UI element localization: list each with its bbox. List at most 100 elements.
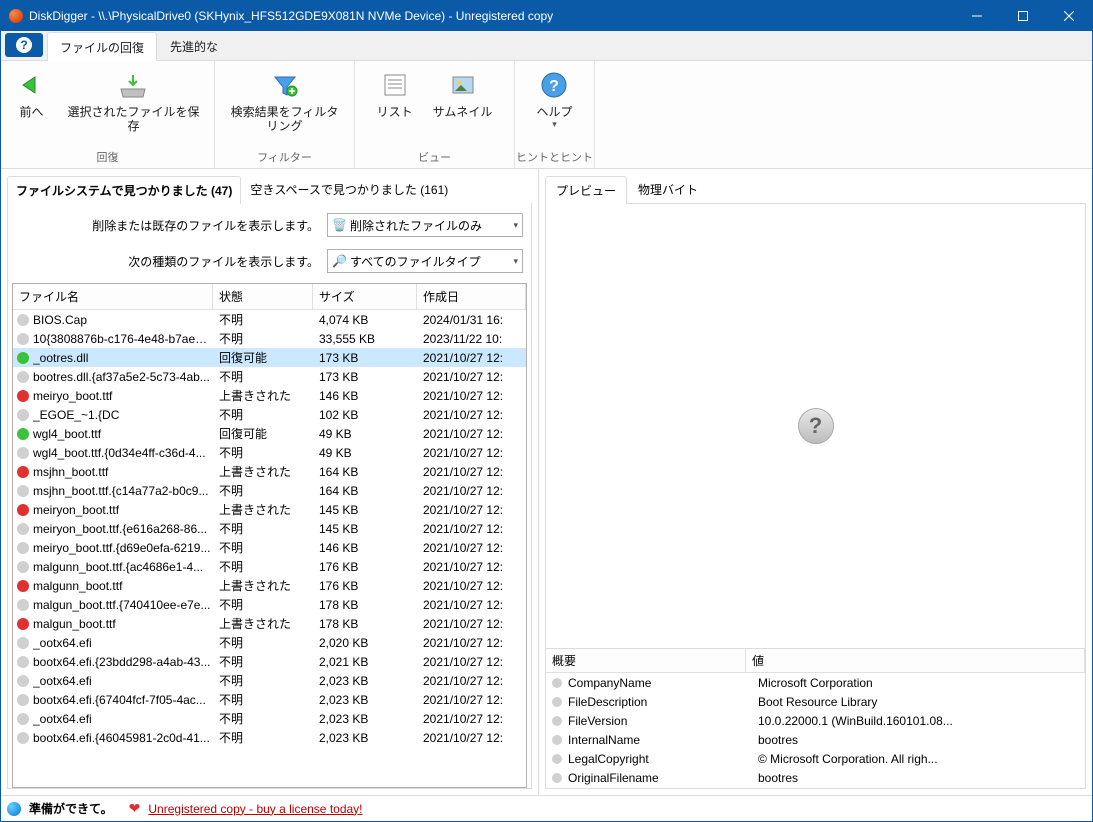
cell-filename: meiryo_boot.ttf [33,389,215,403]
list-view-button[interactable]: リスト [367,67,423,121]
cell-filename: msjhn_boot.ttf [33,465,215,479]
tab-found-freespace[interactable]: 空きスペースで見つかりました (161) [241,175,457,203]
cell-status: 不明 [215,444,315,461]
col-value[interactable]: 値 [746,649,1085,672]
status-dot-icon [17,504,29,516]
cell-size: 49 KB [315,427,419,441]
property-grid[interactable]: 概要 値 CompanyName Microsoft Corporation F… [546,648,1085,788]
drive-save-icon [117,69,149,101]
col-status[interactable]: 状態 [213,284,313,309]
app-logo-icon [9,9,23,23]
tab-found-filesystem[interactable]: ファイルシステムで見つかりました (47) [7,176,241,204]
file-row[interactable]: malgunn_boot.ttf.{ac4686e1-4... 不明 176 K… [13,557,526,576]
file-row[interactable]: _EGOE_~1.{DC 不明 102 KB 2021/10/27 12: [13,405,526,424]
file-row[interactable]: bootres.dll.{af37a5e2-5c73-4ab... 不明 173… [13,367,526,386]
list-icon [379,69,411,101]
file-row[interactable]: bootx64.efi.{67404fcf-7f05-4ac... 不明 2,0… [13,690,526,709]
cell-date: 2021/10/27 12: [419,636,526,650]
file-row[interactable]: BIOS.Cap 不明 4,074 KB 2024/01/31 16: [13,310,526,329]
file-row[interactable]: _ootres.dll 回復可能 173 KB 2021/10/27 12: [13,348,526,367]
property-row[interactable]: FileVersion 10.0.22000.1 (WinBuild.16010… [546,711,1085,730]
file-row[interactable]: malgunn_boot.ttf 上書きされた 176 KB 2021/10/2… [13,576,526,595]
col-summary[interactable]: 概要 [546,649,746,672]
file-row[interactable]: meiryo_boot.ttf.{d69e0efa-6219... 不明 146… [13,538,526,557]
close-button[interactable] [1046,1,1092,31]
status-ready-icon [7,802,21,816]
preview-body: ? [546,204,1085,648]
preview-panel: ? 概要 値 CompanyName Microsoft Corporation… [545,203,1086,789]
property-row[interactable]: FileDescription Boot Resource Library [546,692,1085,711]
app-help-icon[interactable]: ? [5,33,43,57]
tab-file-recovery[interactable]: ファイルの回復 [47,32,157,61]
property-row[interactable]: LegalCopyright © Microsoft Corporation. … [546,749,1085,768]
property-row[interactable]: InternalName bootres [546,730,1085,749]
property-key: InternalName [568,733,752,747]
save-selected-button[interactable]: 選択されたファイルを保 存 [57,67,209,136]
cell-status: 上書きされた [215,615,315,632]
status-dot-icon [17,656,29,668]
file-row[interactable]: meiryon_boot.ttf.{e616a268-86... 不明 145 … [13,519,526,538]
cell-filename: meiryon_boot.ttf.{e616a268-86... [33,522,215,536]
file-row[interactable]: malgun_boot.ttf 上書きされた 178 KB 2021/10/27… [13,614,526,633]
file-row[interactable]: bootx64.efi.{23bdd298-a4ab-43... 不明 2,02… [13,652,526,671]
show-deleted-label: 削除または既存のファイルを表示します。 [16,217,319,234]
cell-status: 上書きされた [215,387,315,404]
cell-size: 173 KB [315,370,419,384]
cell-date: 2021/10/27 12: [419,351,526,365]
status-text: 準備ができて。 [29,800,113,817]
chevron-down-icon: ▾ [513,256,518,267]
statusbar: 準備ができて。 ❤ Unregistered copy - buy a lice… [1,795,1092,821]
col-size[interactable]: サイズ [313,284,417,309]
unregistered-link[interactable]: Unregistered copy - buy a license today! [148,802,362,816]
cell-size: 2,023 KB [315,731,419,745]
back-button[interactable]: 前へ [5,67,57,121]
cell-date: 2021/10/27 12: [419,712,526,726]
property-row[interactable]: CompanyName Microsoft Corporation [546,673,1085,692]
cell-size: 2,023 KB [315,712,419,726]
property-dot-icon [552,735,562,745]
cell-size: 102 KB [315,408,419,422]
col-created[interactable]: 作成日 [417,284,526,309]
file-row[interactable]: meiryo_boot.ttf 上書きされた 146 KB 2021/10/27… [13,386,526,405]
file-row[interactable]: wgl4_boot.ttf 回復可能 49 KB 2021/10/27 12: [13,424,526,443]
filter-results-button[interactable]: 検索結果をフィルタリング [215,67,354,136]
status-dot-icon [17,371,29,383]
cell-size: 173 KB [315,351,419,365]
file-row[interactable]: wgl4_boot.ttf.{0d34e4ff-c36d-4... 不明 49 … [13,443,526,462]
tab-physical-bytes[interactable]: 物理バイト [627,175,709,203]
cell-size: 176 KB [315,560,419,574]
cell-size: 2,023 KB [315,693,419,707]
cell-status: 不明 [215,520,315,537]
maximize-button[interactable] [1000,1,1046,31]
file-row[interactable]: bootx64.efi.{46045981-2c0d-41... 不明 2,02… [13,728,526,747]
cell-filename: _EGOE_~1.{DC [33,408,215,422]
tab-preview[interactable]: プレビュー [545,176,627,204]
cell-date: 2021/10/27 12: [419,541,526,555]
cell-filename: msjhn_boot.ttf.{c14a77a2-b0c9... [33,484,215,498]
status-dot-icon [17,523,29,535]
file-row[interactable]: _ootx64.efi 不明 2,020 KB 2021/10/27 12: [13,633,526,652]
file-row[interactable]: msjhn_boot.ttf 上書きされた 164 KB 2021/10/27 … [13,462,526,481]
file-row[interactable]: 10{3808876b-c176-4e48-b7ae-0... 不明 33,55… [13,329,526,348]
minimize-button[interactable] [954,1,1000,31]
file-row[interactable]: meiryon_boot.ttf 上書きされた 145 KB 2021/10/2… [13,500,526,519]
thumbnail-view-button[interactable]: サムネイル [423,67,503,121]
property-key: OriginalFilename [568,771,752,785]
type-filter-dropdown[interactable]: 🔎すべてのファイルタイプ ▾ [327,249,523,273]
cell-date: 2021/10/27 12: [419,408,526,422]
file-row[interactable]: msjhn_boot.ttf.{c14a77a2-b0c9... 不明 164 … [13,481,526,500]
col-filename[interactable]: ファイル名 [13,284,213,309]
cell-status: 不明 [215,710,315,727]
help-button[interactable]: ? ヘルプ ▾ [526,67,582,132]
file-list-header[interactable]: ファイル名 状態 サイズ 作成日 [13,284,526,310]
left-pane: ファイルシステムで見つかりました (47) 空きスペースで見つかりました (16… [1,169,539,795]
property-row[interactable]: OriginalFilename bootres [546,768,1085,787]
file-row[interactable]: malgun_boot.ttf.{740410ee-e7e... 不明 178 … [13,595,526,614]
file-row[interactable]: _ootx64.efi 不明 2,023 KB 2021/10/27 12: [13,709,526,728]
deleted-filter-dropdown[interactable]: 🗑️削除されたファイルのみ ▾ [327,213,523,237]
file-rows[interactable]: BIOS.Cap 不明 4,074 KB 2024/01/31 16: 10{3… [13,310,526,787]
tab-advanced[interactable]: 先進的な [157,31,231,60]
cell-filename: _ootres.dll [33,351,215,365]
cell-status: 上書きされた [215,577,315,594]
file-row[interactable]: _ootx64.efi 不明 2,023 KB 2021/10/27 12: [13,671,526,690]
